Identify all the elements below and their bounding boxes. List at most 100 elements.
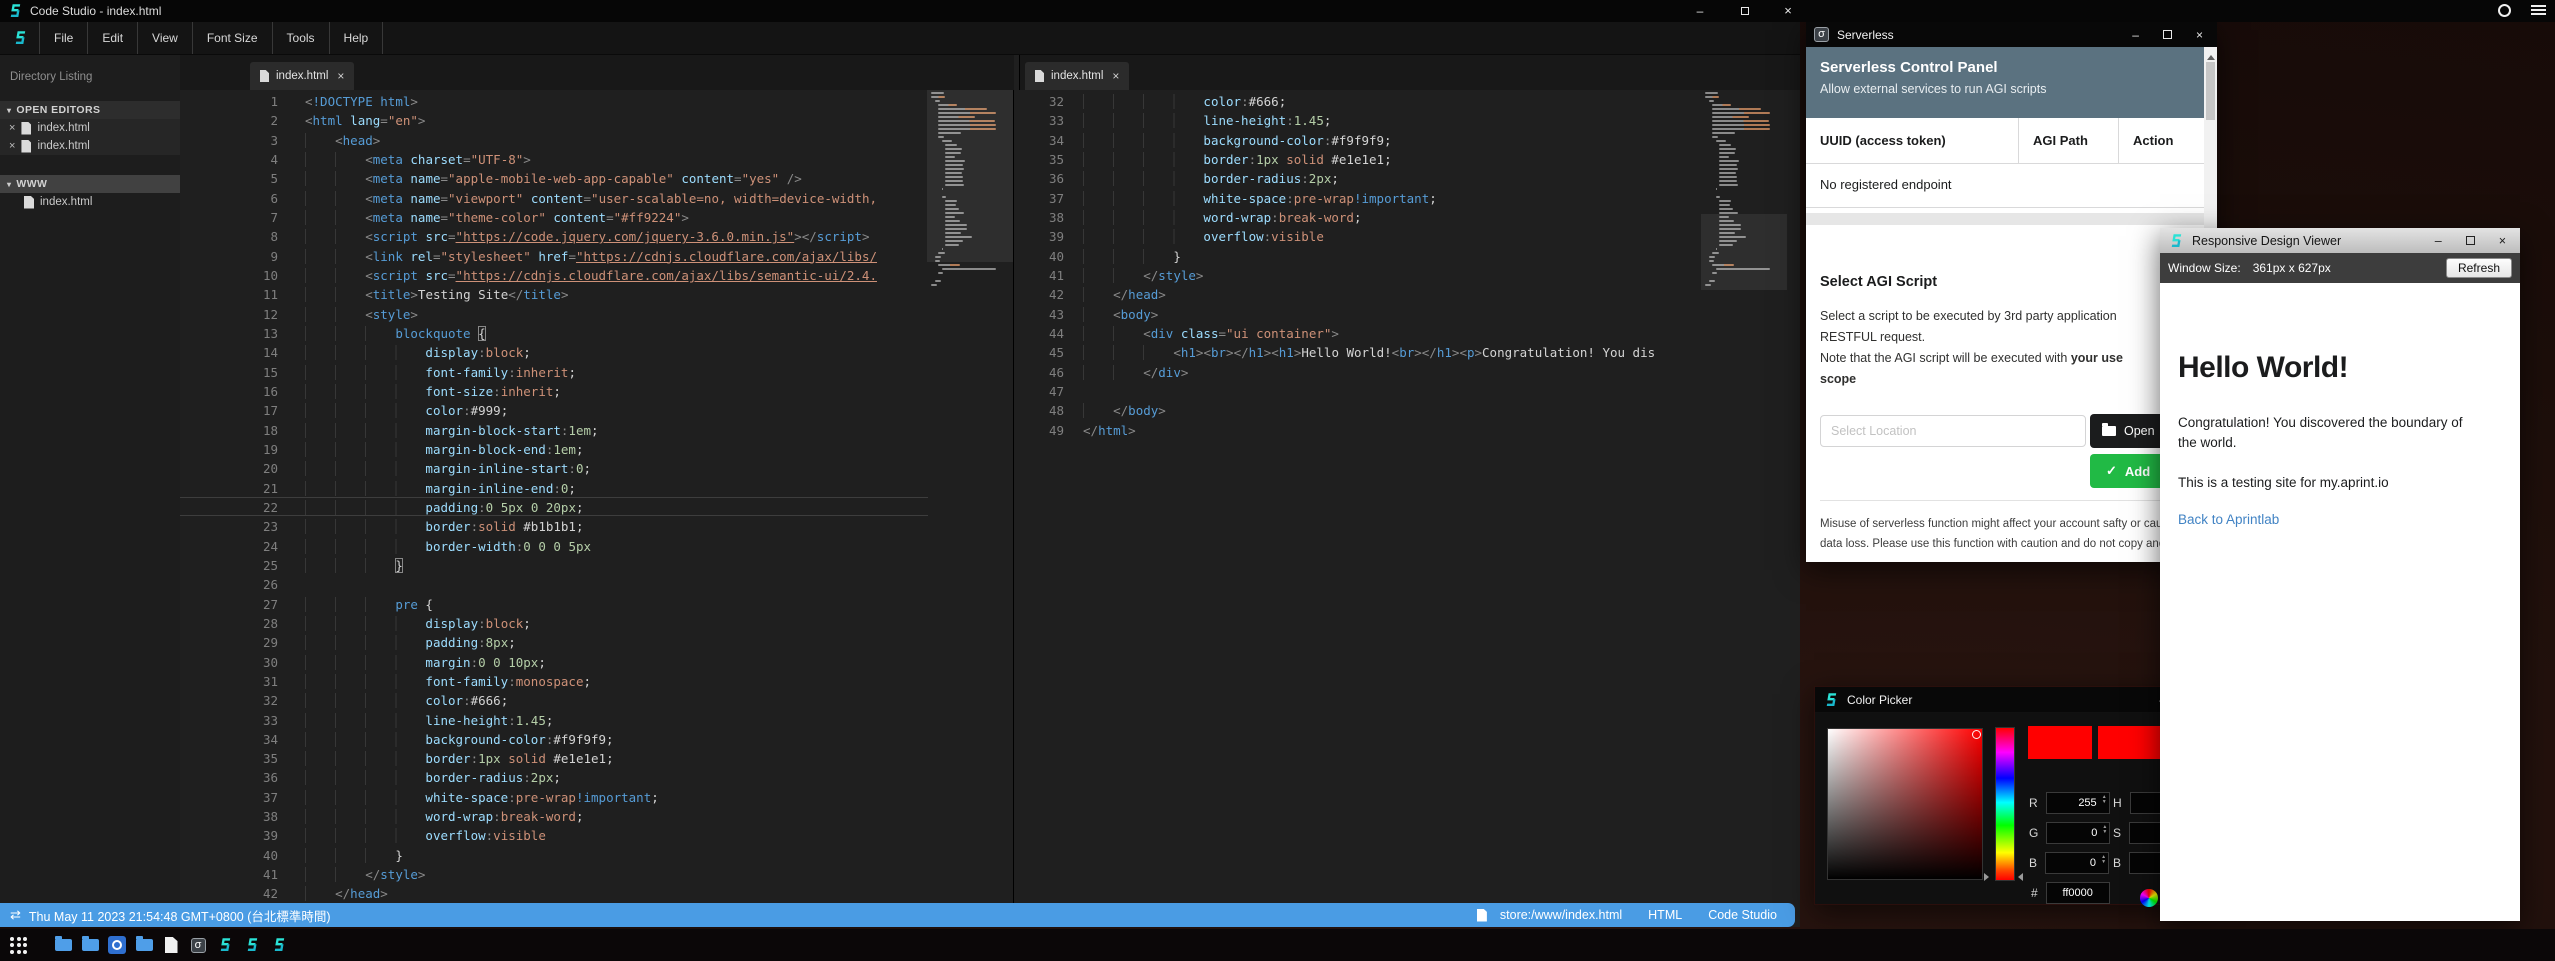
code-line[interactable]: <!DOCTYPE html>	[305, 92, 928, 111]
code-line[interactable]	[1083, 382, 1703, 401]
tab-index-html[interactable]: index.html ×	[1025, 62, 1129, 90]
media-app-icon[interactable]	[108, 936, 126, 954]
code-line[interactable]: background-color:#f9f9f9;	[305, 730, 928, 749]
app-grid-icon[interactable]	[10, 937, 27, 954]
status-file[interactable]: store:/www/index.html	[1477, 908, 1622, 922]
code-line[interactable]: </head>	[305, 884, 928, 903]
code-line[interactable]: font-family:inherit;	[305, 363, 928, 382]
code-line[interactable]: margin:0 0 10px;	[305, 653, 928, 672]
menu-help[interactable]: Help	[330, 22, 384, 54]
code-line[interactable]: border:1px solid #e1e1e1;	[1083, 150, 1703, 169]
code-line[interactable]: white-space:pre-wrap!important;	[1083, 189, 1703, 208]
code-line[interactable]: </style>	[305, 865, 928, 884]
code-line[interactable]: margin-inline-start:0;	[305, 459, 928, 478]
tab-close-icon[interactable]: ×	[1112, 69, 1119, 83]
code-line[interactable]: margin-inline-end:0;	[305, 479, 928, 498]
code-line[interactable]: <style>	[305, 305, 928, 324]
code-line[interactable]: <meta name="viewport" content="user-scal…	[305, 189, 928, 208]
code-line[interactable]: </html>	[1083, 421, 1703, 440]
code-line[interactable]: border:1px solid #e1e1e1;	[305, 749, 928, 768]
maximize-button[interactable]	[2466, 236, 2475, 245]
code-line[interactable]: </div>	[1083, 363, 1703, 382]
code-line[interactable]: overflow:visible	[305, 826, 928, 845]
close-icon[interactable]: ×	[9, 122, 15, 134]
code-line[interactable]: }	[305, 556, 928, 575]
blue-input[interactable]: 0▲▼	[2045, 852, 2109, 874]
code-line[interactable]: white-space:pre-wrap!important;	[305, 788, 928, 807]
stepper-icon[interactable]: ▲▼	[2102, 825, 2107, 834]
menu-view[interactable]: View	[138, 22, 193, 54]
hue-slider[interactable]	[1995, 727, 2015, 881]
code-line[interactable]: <title>Testing Site</title>	[305, 285, 928, 304]
code-line[interactable]	[305, 575, 928, 594]
maximize-button[interactable]	[2163, 30, 2172, 39]
code-line[interactable]: color:#666;	[1083, 92, 1703, 111]
scroll-up-icon[interactable]	[2207, 51, 2215, 60]
editor-pane-secondary[interactable]: 323334353637383940414243444546474849 col…	[1019, 90, 1800, 925]
menu-file[interactable]: File	[40, 22, 88, 54]
code-line[interactable]: display:block;	[305, 614, 928, 633]
code-line[interactable]: word-wrap:break-word;	[305, 807, 928, 826]
back-to-aprintlab-link[interactable]: Back to Aprintlab	[2178, 512, 2502, 527]
script-location-input[interactable]	[1820, 415, 2086, 447]
code-line[interactable]: border-radius:2px;	[305, 768, 928, 787]
code-line[interactable]: font-family:monospace;	[305, 672, 928, 691]
file-tree-item[interactable]: index.html	[0, 193, 180, 211]
code-line[interactable]: overflow:visible	[1083, 227, 1703, 246]
minimap-viewport[interactable]	[1701, 214, 1787, 290]
minimize-button[interactable]: –	[2435, 234, 2442, 248]
open-editors-section[interactable]: ▾ OPEN EDITORS	[0, 101, 180, 119]
code-line[interactable]: line-height:1.45;	[305, 711, 928, 730]
text-file-icon[interactable]	[162, 936, 180, 954]
code-line[interactable]: margin-block-end:1em;	[305, 440, 928, 459]
stepper-icon[interactable]: ▲▼	[2101, 855, 2106, 864]
code-line[interactable]: <link rel="stylesheet" href="https://cdn…	[305, 247, 928, 266]
open-editor-item[interactable]: × index.html	[0, 137, 180, 155]
code-line[interactable]: blockquote {	[305, 324, 928, 343]
code-line[interactable]: <h1><br></h1><h1>Hello World!<br></h1><p…	[1083, 343, 1703, 362]
close-icon[interactable]: ×	[9, 140, 15, 152]
code-area[interactable]: color:#666; line-height:1.45; background…	[1083, 92, 1703, 440]
scrollbar-thumb[interactable]	[2206, 62, 2215, 120]
code-line[interactable]: <meta name="theme-color" content="#ff922…	[305, 208, 928, 227]
tab-close-icon[interactable]: ×	[337, 69, 344, 83]
status-language[interactable]: HTML	[1648, 908, 1682, 922]
code-studio-app-icon[interactable]	[270, 936, 288, 954]
code-line[interactable]: border-radius:2px;	[1083, 169, 1703, 188]
code-studio-app-icon[interactable]	[216, 936, 234, 954]
menu-tools[interactable]: Tools	[273, 22, 330, 54]
hamburger-menu-icon[interactable]	[2531, 5, 2546, 17]
code-line[interactable]: font-size:inherit;	[305, 382, 928, 401]
code-line[interactable]: }	[305, 846, 928, 865]
color-selection-indicator[interactable]	[1972, 730, 1981, 739]
code-line[interactable]: }	[1083, 247, 1703, 266]
code-line[interactable]: background-color:#f9f9f9;	[1083, 131, 1703, 150]
open-editor-item[interactable]: × index.html	[0, 119, 180, 137]
close-button[interactable]: ×	[1778, 2, 1798, 20]
stepper-icon[interactable]: ▲▼	[2102, 795, 2107, 804]
green-input[interactable]: 0▲▼	[2046, 822, 2110, 844]
menu-font-size[interactable]: Font Size	[193, 22, 273, 54]
code-line[interactable]: display:block;	[305, 343, 928, 362]
menu-edit[interactable]: Edit	[88, 22, 138, 54]
minimize-button[interactable]: –	[2132, 28, 2139, 42]
code-line[interactable]: line-height:1.45;	[1083, 111, 1703, 130]
code-line[interactable]: padding:8px;	[305, 633, 928, 652]
code-line[interactable]: border-width:0 0 0 5px	[305, 537, 928, 556]
saturation-value-field[interactable]	[1827, 728, 1983, 880]
code-line[interactable]: </body>	[1083, 401, 1703, 420]
minimap[interactable]	[931, 92, 1009, 288]
folder-icon[interactable]	[81, 936, 99, 954]
code-line[interactable]: <meta charset="UTF-8">	[305, 150, 928, 169]
folder-icon[interactable]	[54, 936, 72, 954]
minimap[interactable]	[1705, 92, 1783, 288]
minimap-viewport[interactable]	[927, 90, 1013, 262]
code-line[interactable]: <div class="ui container">	[1083, 324, 1703, 343]
code-line[interactable]: color:#666;	[305, 691, 928, 710]
minimize-button[interactable]: –	[1690, 2, 1710, 20]
code-line[interactable]: border:solid #b1b1b1;	[305, 517, 928, 536]
code-studio-app-icon[interactable]	[243, 936, 261, 954]
code-line[interactable]: <script src="https://code.jquery.com/jqu…	[305, 227, 928, 246]
close-button[interactable]: ×	[2499, 234, 2506, 248]
color-wheel-icon[interactable]	[2140, 889, 2158, 907]
